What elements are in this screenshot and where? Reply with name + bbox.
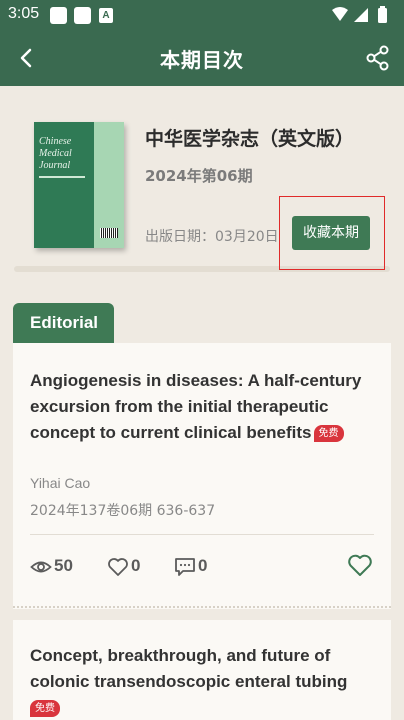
header: 3:05 A 本期目次	[0, 0, 404, 86]
page-title: 本期目次	[160, 50, 244, 72]
free-badge: 免费	[313, 425, 344, 442]
article-source: 2024年137卷06期 636-637	[30, 503, 216, 519]
app-bar: 本期目次	[0, 30, 404, 86]
section-tab-editorial[interactable]: Editorial	[13, 303, 114, 343]
barcode-graphic	[100, 228, 118, 238]
article-title[interactable]: Concept, breakthrough, and future of col…	[30, 643, 370, 720]
article-card[interactable]: Angiogenesis in diseases: A half-century…	[13, 343, 391, 609]
notification-app-icon: A	[99, 8, 113, 23]
heart-outline-icon	[108, 558, 128, 576]
notification-icon	[50, 7, 67, 24]
article-title[interactable]: Angiogenesis in diseases: A half-century…	[30, 368, 370, 446]
card-separator	[13, 606, 391, 608]
cover-title: Chinese Medical Journal	[39, 136, 72, 171]
article-author: Yihai Cao	[30, 475, 91, 491]
status-time: 3:05	[8, 5, 40, 22]
battery-icon	[378, 8, 387, 23]
divider	[30, 534, 374, 535]
issue-header: Chinese Medical Journal 中华医学杂志（英文版） 2024…	[0, 86, 404, 284]
favorite-heart-icon[interactable]	[347, 552, 373, 578]
comment-icon	[175, 558, 195, 576]
share-icon[interactable]	[364, 44, 392, 72]
status-icons	[332, 6, 387, 23]
journal-name: 中华医学杂志（英文版）	[145, 128, 355, 150]
favorite-issue-button[interactable]: 收藏本期	[292, 216, 370, 250]
status-bar: 3:05 A	[0, 0, 404, 30]
wifi-icon	[332, 7, 348, 21]
issue-label: 2024年第06期	[145, 167, 253, 185]
free-badge: 免费	[30, 700, 60, 717]
eye-icon	[30, 561, 52, 573]
article-card[interactable]: Concept, breakthrough, and future of col…	[13, 620, 391, 720]
notification-icon	[74, 7, 91, 24]
signal-icon	[354, 8, 368, 22]
publish-date: 出版日期：03月20日	[145, 229, 279, 245]
journal-cover[interactable]: Chinese Medical Journal	[34, 122, 124, 248]
